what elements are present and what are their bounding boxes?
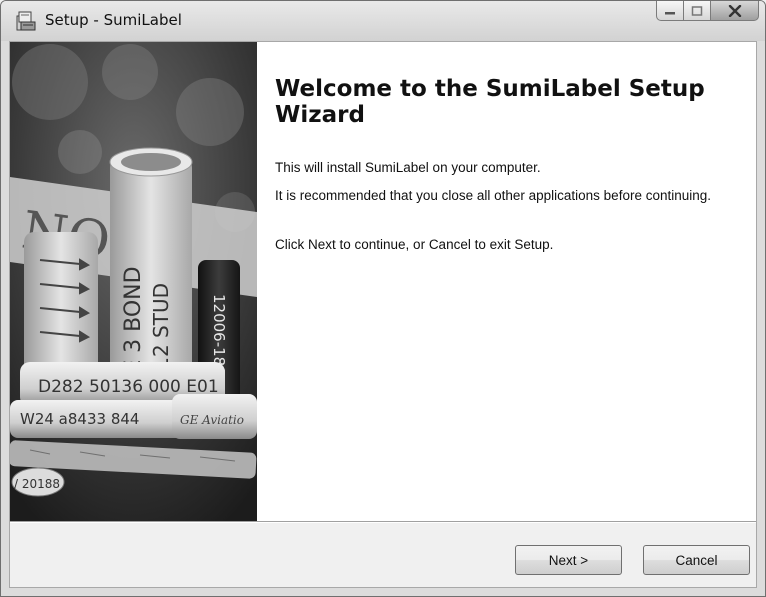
setup-window: Setup - SumiLabel PE 3 BOND M12 STUD 120… [0, 0, 766, 597]
continue-instruction-text: Click Next to continue, or Cancel to exi… [275, 237, 554, 252]
footer-divider [10, 521, 756, 523]
minimize-button[interactable] [656, 1, 684, 21]
svg-text:/ 20188: / 20188 [14, 477, 60, 491]
window-title: Setup - SumiLabel [45, 11, 182, 29]
install-info-text: This will install SumiLabel on your comp… [275, 160, 541, 175]
next-button[interactable]: Next > [515, 545, 622, 575]
maximize-button[interactable] [684, 1, 711, 21]
minimize-icon [665, 11, 675, 14]
svg-text:W24 a8433 844: W24 a8433 844 [20, 410, 139, 428]
wizard-client-area: NO PE 3 BOND M12 STUD K 12006-1800 D282 … [9, 41, 757, 588]
setup-app-icon [16, 11, 36, 31]
caption-buttons [656, 1, 759, 23]
close-icon [728, 4, 741, 17]
svg-text:GE Aviatio: GE Aviatio [180, 413, 244, 427]
wizard-heading: Welcome to the SumiLabel Setup Wizard [275, 76, 705, 128]
cancel-button[interactable]: Cancel [643, 545, 750, 575]
wizard-side-image: NO PE 3 BOND M12 STUD K 12006-1800 D282 … [10, 42, 257, 521]
maximize-icon [691, 5, 703, 16]
close-apps-recommendation-text: It is recommended that you close all oth… [275, 188, 712, 203]
close-button[interactable] [711, 1, 759, 21]
title-bar[interactable]: Setup - SumiLabel [1, 1, 765, 41]
wizard-content-panel: Welcome to the SumiLabel Setup Wizard Th… [257, 42, 756, 521]
